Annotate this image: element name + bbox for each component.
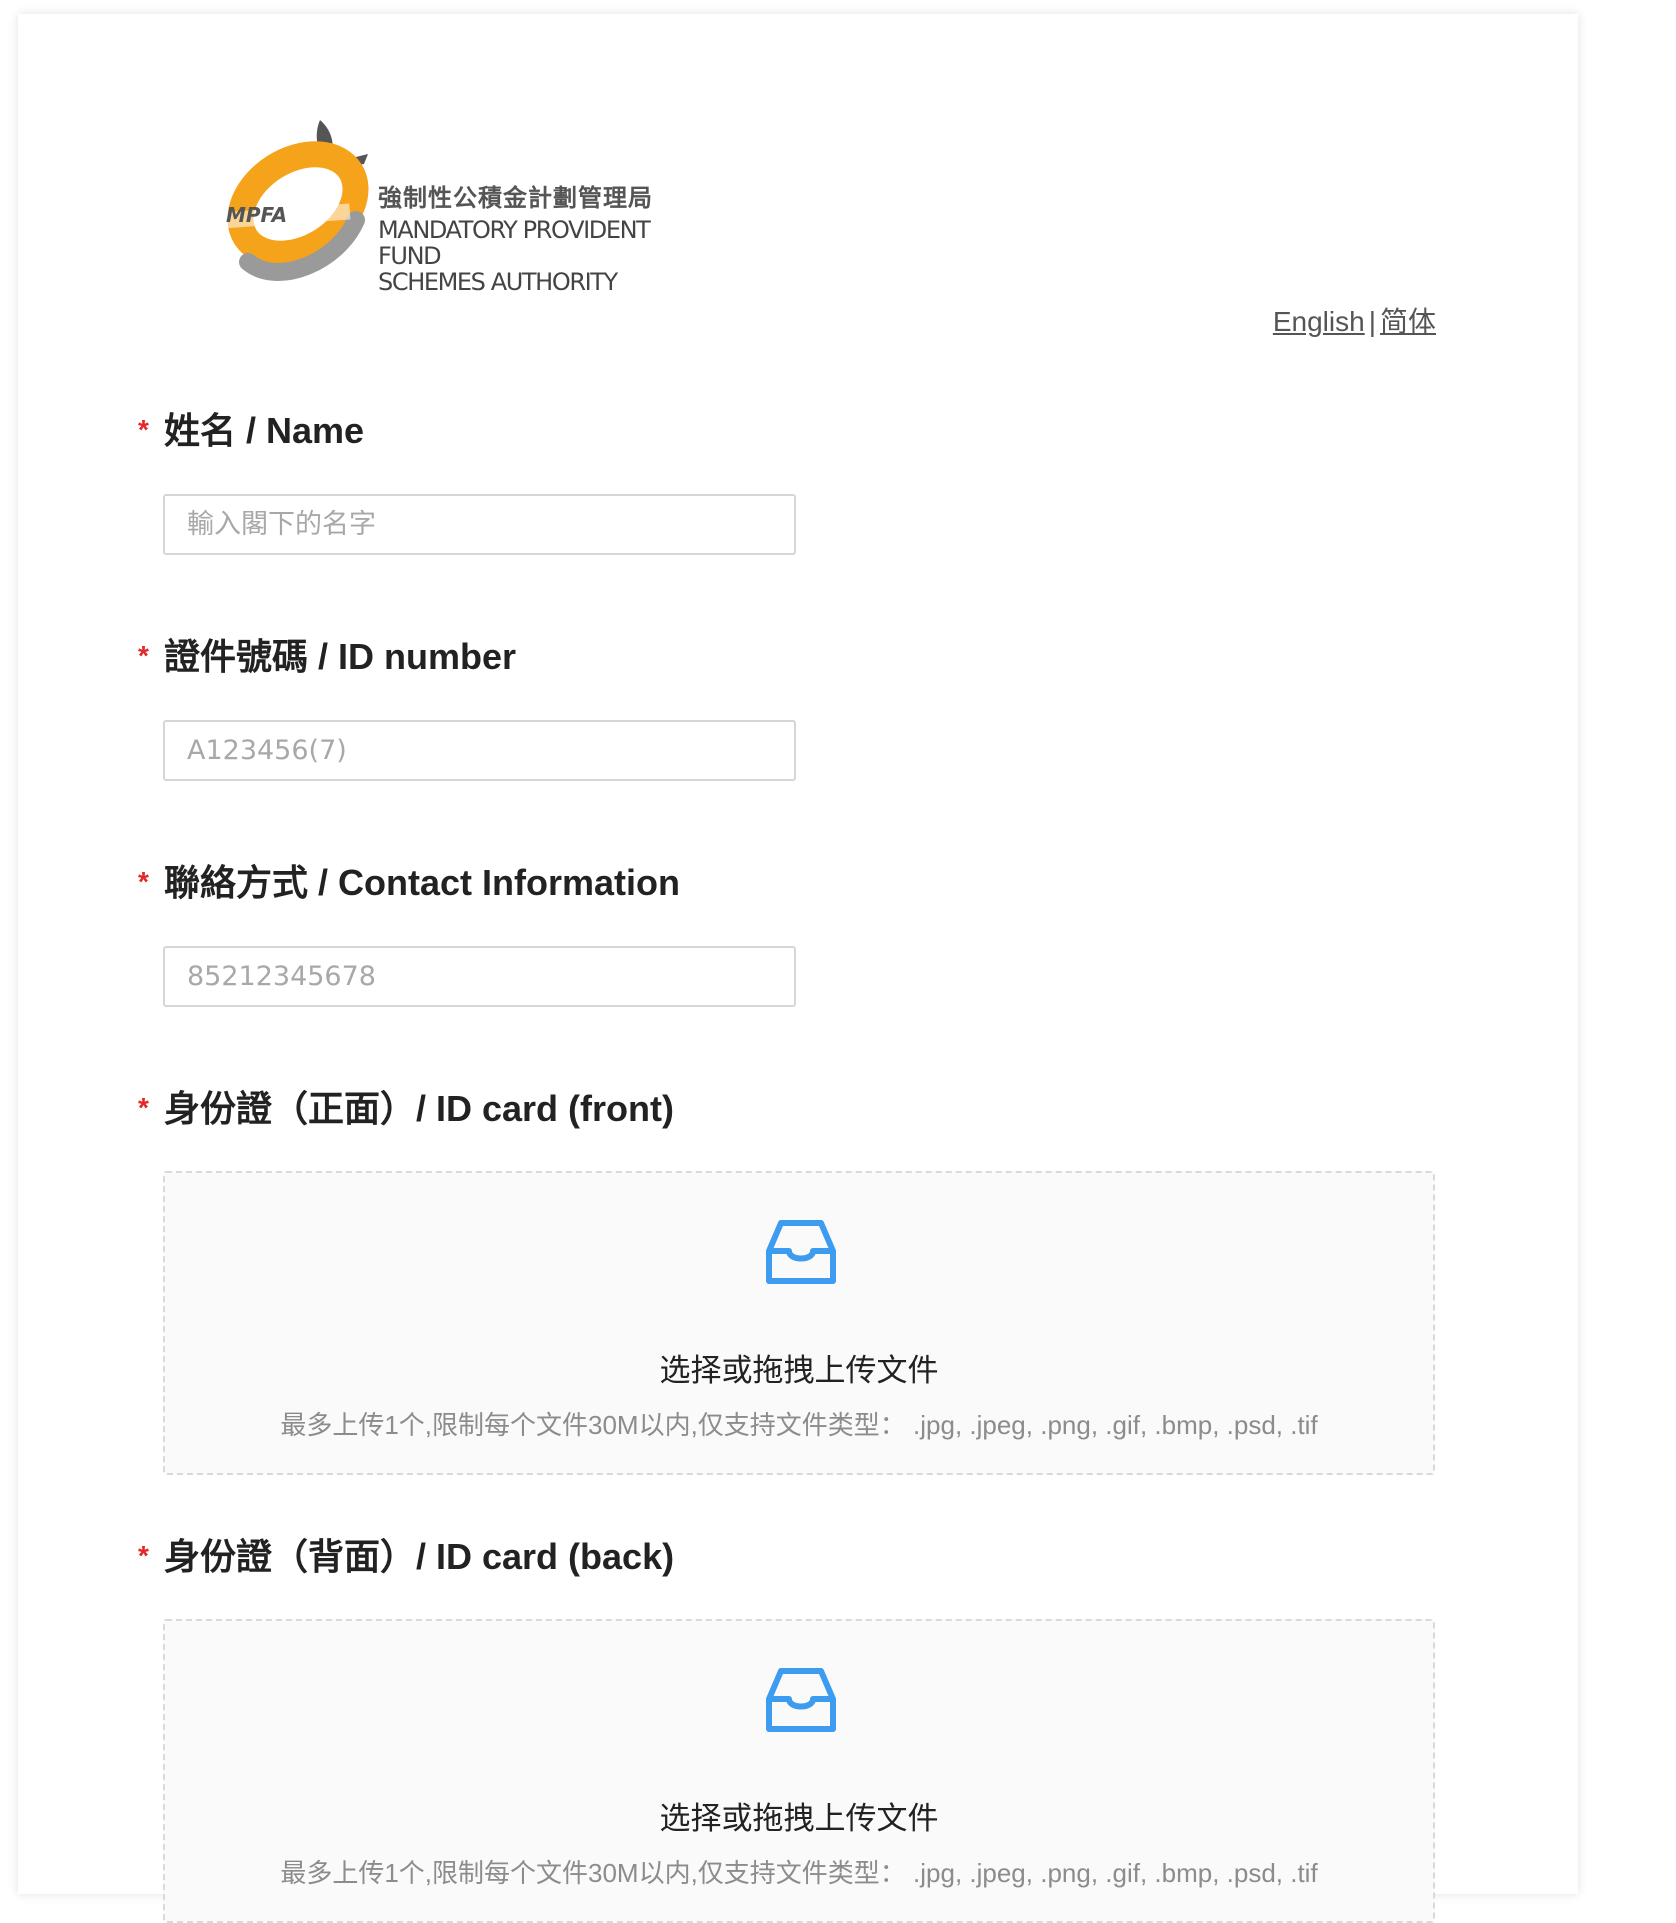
id-back-label-text: 身份證（背面）/ ID card (back) bbox=[164, 1536, 675, 1577]
inbox-icon bbox=[766, 1668, 836, 1732]
contact-label: * 聯絡方式 / Contact Information bbox=[138, 854, 680, 906]
contact-input[interactable] bbox=[163, 946, 796, 1007]
name-input[interactable] bbox=[163, 494, 796, 555]
language-switcher: English | 简体 bbox=[1273, 300, 1436, 340]
logo-name-en-line1: MANDATORY PROVIDENT FUND bbox=[378, 216, 651, 270]
id-number-label-text: 證件號碼 / ID number bbox=[164, 636, 517, 677]
mpfa-emblem: MPFA bbox=[221, 120, 369, 281]
logo-wordmark: 強制性公積金計劃管理局 MANDATORY PROVIDENT FUND SCH… bbox=[378, 178, 688, 295]
id-front-upload-dropzone[interactable]: 选择或拖拽上传文件 最多上传1个,限制每个文件30M以内,仅支持文件类型： .j… bbox=[163, 1171, 1435, 1475]
lang-english-link[interactable]: English bbox=[1273, 306, 1365, 337]
required-star: * bbox=[138, 414, 149, 445]
required-star: * bbox=[138, 1540, 149, 1571]
upload-hint: 最多上传1个,限制每个文件30M以内,仅支持文件类型： .jpg, .jpeg,… bbox=[280, 1410, 1318, 1440]
lang-separator: | bbox=[1368, 306, 1376, 337]
lang-simplified-link[interactable]: 简体 bbox=[1380, 306, 1436, 337]
id-front-label-text: 身份證（正面）/ ID card (front) bbox=[164, 1088, 674, 1129]
id-number-label: * 證件號碼 / ID number bbox=[138, 628, 516, 680]
contact-label-text: 聯絡方式 / Contact Information bbox=[164, 862, 680, 903]
id-back-label: * 身份證（背面）/ ID card (back) bbox=[138, 1528, 674, 1580]
logo-name-en-line2: SCHEMES AUTHORITY bbox=[378, 268, 618, 296]
logo-name-zh: 強制性公積金計劃管理局 bbox=[378, 183, 653, 212]
name-label-text: 姓名 / Name bbox=[164, 410, 365, 451]
upload-title: 选择或拖拽上传文件 bbox=[659, 1353, 939, 1388]
required-star: * bbox=[138, 640, 149, 671]
inbox-icon bbox=[766, 1220, 836, 1284]
name-label: * 姓名 / Name bbox=[138, 402, 364, 454]
mpfa-logo: MPFA 強制性公積金計劃管理局 MANDATORY PROVIDENT FUN… bbox=[218, 112, 688, 295]
upload-title: 选择或拖拽上传文件 bbox=[659, 1801, 939, 1836]
required-star: * bbox=[138, 1092, 149, 1123]
id-back-upload-dropzone[interactable]: 选择或拖拽上传文件 最多上传1个,限制每个文件30M以内,仅支持文件类型： .j… bbox=[163, 1619, 1435, 1923]
required-star: * bbox=[138, 866, 149, 897]
id-number-input[interactable] bbox=[163, 720, 796, 781]
form-card: MPFA 強制性公積金計劃管理局 MANDATORY PROVIDENT FUN… bbox=[18, 14, 1578, 1923]
id-front-label: * 身份證（正面）/ ID card (front) bbox=[138, 1080, 674, 1132]
svg-text:MPFA: MPFA bbox=[226, 203, 287, 227]
